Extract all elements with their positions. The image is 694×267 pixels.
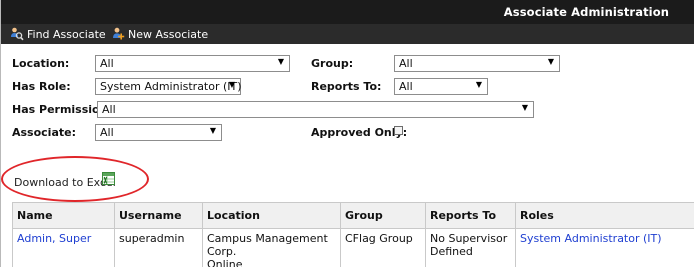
location-label: Location: bbox=[12, 57, 70, 70]
chevron-down-icon: ▼ bbox=[277, 57, 284, 66]
chevron-down-icon: ▼ bbox=[228, 80, 235, 89]
column-header-username[interactable]: Username bbox=[114, 202, 203, 229]
new-associate-icon bbox=[111, 27, 125, 41]
reports-to-line: No Supervisor bbox=[430, 232, 508, 245]
cell-reports-to: No Supervisor Defined bbox=[425, 228, 516, 267]
approved-only-checkbox[interactable] bbox=[394, 126, 403, 135]
download-to-excel-link[interactable]: Download to Excel bbox=[14, 176, 116, 189]
has-role-select[interactable]: System Administrator (IT) ▼ bbox=[95, 78, 242, 95]
role-link[interactable]: System Administrator (IT) bbox=[520, 232, 662, 245]
group-label: Group: bbox=[311, 57, 354, 70]
find-associate-icon bbox=[10, 27, 24, 41]
reports-to-select-value: All bbox=[399, 80, 413, 93]
associates-table: Name Username Location Group Reports To … bbox=[12, 202, 694, 267]
excel-icon[interactable] bbox=[102, 172, 115, 185]
new-associate-button[interactable]: New Associate bbox=[111, 26, 208, 42]
has-permission-select[interactable]: All ▼ bbox=[97, 101, 534, 118]
table-row: Admin, Super superadmin Campus Managemen… bbox=[12, 228, 694, 267]
cell-username: superadmin bbox=[114, 228, 203, 267]
location-select-value: All bbox=[100, 57, 114, 70]
approved-only-label: Approved Only: bbox=[311, 126, 408, 139]
associate-select-value: All bbox=[100, 126, 114, 139]
find-associate-button[interactable]: Find Associate bbox=[10, 26, 106, 42]
table-header-row: Name Username Location Group Reports To … bbox=[12, 202, 694, 229]
find-associate-label: Find Associate bbox=[27, 27, 106, 41]
has-role-select-value: System Administrator (IT) bbox=[100, 80, 242, 93]
associate-select[interactable]: All ▼ bbox=[95, 124, 222, 141]
column-header-location[interactable]: Location bbox=[202, 202, 341, 229]
location-select[interactable]: All ▼ bbox=[95, 55, 290, 72]
group-select[interactable]: All ▼ bbox=[394, 55, 560, 72]
chevron-down-icon: ▼ bbox=[521, 103, 528, 112]
page-title: Associate Administration bbox=[503, 5, 669, 19]
has-role-label: Has Role: bbox=[12, 80, 71, 93]
cell-group: CFlag Group bbox=[340, 228, 426, 267]
reports-to-select[interactable]: All ▼ bbox=[394, 78, 488, 95]
column-header-group[interactable]: Group bbox=[340, 202, 426, 229]
reports-to-label: Reports To: bbox=[311, 80, 382, 93]
title-bar: Associate Administration bbox=[1, 0, 694, 24]
column-header-roles[interactable]: Roles bbox=[515, 202, 694, 229]
associate-name-link[interactable]: Admin, Super bbox=[17, 232, 91, 245]
toolbar: Find Associate New Associate bbox=[1, 24, 694, 44]
cell-roles: System Administrator (IT) bbox=[515, 228, 694, 267]
group-select-value: All bbox=[399, 57, 413, 70]
reports-to-line: Defined bbox=[430, 245, 473, 258]
column-header-reports-to[interactable]: Reports To bbox=[425, 202, 516, 229]
chevron-down-icon: ▼ bbox=[475, 80, 482, 89]
associate-label: Associate: bbox=[12, 126, 76, 139]
cell-name: Admin, Super bbox=[12, 228, 115, 267]
new-associate-label: New Associate bbox=[128, 27, 209, 41]
chevron-down-icon: ▼ bbox=[547, 57, 554, 66]
cell-location: Campus Management Corp. Online bbox=[202, 228, 341, 267]
chevron-down-icon: ▼ bbox=[209, 126, 216, 135]
location-line: Campus Management Corp. bbox=[207, 232, 328, 258]
associate-admin-page: Associate Administration Find Associate bbox=[0, 0, 694, 267]
column-header-name[interactable]: Name bbox=[12, 202, 115, 229]
location-line: Online bbox=[207, 258, 243, 267]
has-permission-select-value: All bbox=[102, 103, 116, 116]
